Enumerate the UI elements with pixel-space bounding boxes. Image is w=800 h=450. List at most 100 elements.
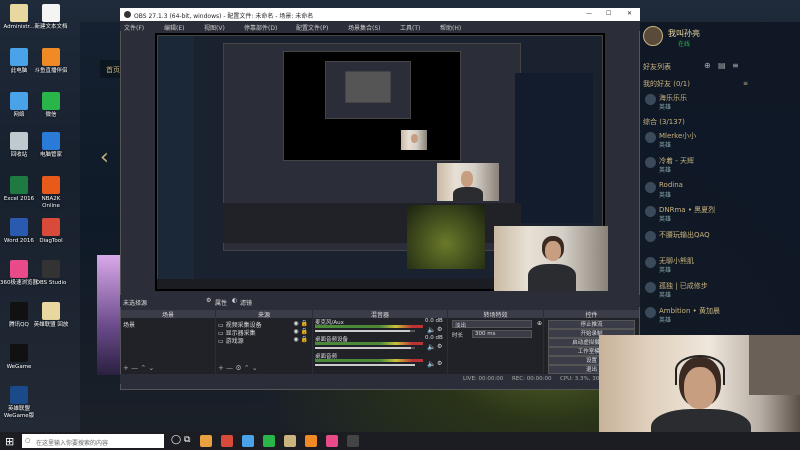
desktop-icon[interactable]: OBS Studio bbox=[32, 260, 70, 296]
friend-item[interactable]: DNRma • 黑夏烈 英雄 bbox=[645, 204, 795, 224]
live-status: LIVE: 00:00:00 bbox=[463, 376, 504, 382]
task-view-icon[interactable]: ⧉ bbox=[184, 435, 190, 445]
minimize-button[interactable]: — bbox=[586, 10, 592, 17]
scene-item[interactable]: 场景 bbox=[123, 320, 135, 329]
windows-start-icon[interactable]: ⊞ bbox=[5, 435, 14, 448]
desktop-icon[interactable]: DiagTool bbox=[32, 218, 70, 254]
scene-add-icon[interactable]: + — ⌃ ⌄ bbox=[123, 364, 154, 372]
menu-item[interactable]: 工具(T) bbox=[400, 23, 420, 32]
desktop-icon[interactable]: 英雄联盟 WeGame版 bbox=[0, 386, 38, 422]
filter-icon[interactable]: ◐ bbox=[232, 297, 237, 304]
user-name: 我叫孙亮 bbox=[668, 29, 700, 38]
user-status[interactable]: 在线 bbox=[678, 39, 690, 48]
app-icon[interactable] bbox=[242, 435, 254, 447]
filters-button[interactable]: 滤镜 bbox=[240, 298, 252, 307]
sources-dock: ▭ 视频采集设备 ◉ 🔒 ▭ 显示器采集 ◉ 🔒 ▭ 游戏源 ◉ 🔒 + — ⚙ ⌃ ⌄ bbox=[216, 318, 312, 374]
friend-item[interactable]: Ambition • 黄加晨 英雄 bbox=[645, 305, 795, 325]
desktop-icon[interactable]: 微信 bbox=[32, 92, 70, 128]
lol-tab-home[interactable]: 首页 bbox=[106, 65, 120, 75]
transition-select[interactable]: 淡出 bbox=[452, 320, 532, 329]
friend-avatar bbox=[645, 282, 656, 293]
menu-item[interactable]: 帮助(H) bbox=[440, 23, 461, 32]
friend-status: 英雄 bbox=[659, 317, 672, 324]
friend-item[interactable]: Rodina 英雄 bbox=[645, 180, 795, 200]
speaker-icon[interactable]: 🔈 bbox=[427, 326, 436, 334]
speaker-icon[interactable]: 🔈 bbox=[427, 360, 436, 368]
rec-status: REC: 00:00:00 bbox=[512, 376, 552, 382]
menu-item[interactable]: 场景集合(S) bbox=[348, 23, 381, 32]
desktop-icon[interactable]: 电脑管家 bbox=[32, 132, 70, 168]
friend-item[interactable]: Mlerke小小 英雄 bbox=[645, 130, 795, 150]
menu-item[interactable]: 配置文件(P) bbox=[296, 23, 328, 32]
app-icon bbox=[42, 176, 60, 194]
properties-button[interactable]: 属性 bbox=[215, 298, 227, 307]
source-item[interactable]: ▭ 视频采集设备 ◉ 🔒 bbox=[218, 320, 310, 329]
friend-avatar bbox=[645, 182, 656, 193]
menu-item[interactable]: 编辑(E) bbox=[164, 23, 184, 32]
gear-icon[interactable]: ⚙ bbox=[437, 360, 442, 367]
cortana-icon[interactable]: ◯ bbox=[171, 435, 181, 445]
group-general[interactable]: 综合 (3/137) bbox=[643, 117, 685, 127]
menu-item[interactable]: 文件(F) bbox=[124, 23, 144, 32]
collapse-icon[interactable]: ≡ bbox=[743, 80, 748, 87]
source-item[interactable]: ▭ 显示器采集 ◉ 🔒 bbox=[218, 328, 310, 337]
gear-icon[interactable]: ⚙ bbox=[437, 343, 442, 350]
lol-icon[interactable] bbox=[284, 435, 296, 447]
scenes-header: 场景 bbox=[121, 310, 215, 319]
desktop-icon-label: 微信 bbox=[45, 112, 57, 118]
app-icon bbox=[42, 218, 60, 236]
visibility-icon[interactable]: ◉ 🔒 bbox=[293, 320, 308, 327]
friend-name: 不腰玩输出QAQ bbox=[659, 231, 710, 239]
gear-icon[interactable]: ⚙ bbox=[437, 326, 442, 333]
mixer-channel: 麦克风/Aux 0.0 dB 🔈 ⚙ bbox=[315, 318, 445, 334]
app-icon bbox=[10, 176, 28, 194]
visibility-icon[interactable]: ◉ 🔒 bbox=[293, 328, 308, 335]
source-add-icon[interactable]: + — ⚙ ⌃ ⌄ bbox=[218, 364, 258, 372]
transition-add-icon[interactable]: ⊕ bbox=[537, 320, 542, 327]
browser-icon[interactable] bbox=[326, 435, 338, 447]
douyu-icon[interactable] bbox=[305, 435, 317, 447]
file-explorer-icon[interactable] bbox=[200, 435, 212, 447]
obs-title-bar: OBS 27.1.3 (64-bit, windows) - 配置文件: 未命名… bbox=[120, 8, 640, 21]
desktop-icon-label: 新建文本文档 bbox=[34, 24, 68, 30]
duration-input[interactable]: 300 ms bbox=[472, 330, 532, 338]
control-button[interactable]: 停止推流 bbox=[548, 320, 635, 329]
friend-avatar bbox=[645, 206, 656, 217]
wechat-icon[interactable] bbox=[263, 435, 275, 447]
sources-header: 来源 bbox=[216, 310, 312, 319]
list-icon[interactable]: ≡ bbox=[732, 61, 739, 70]
menu-item[interactable]: 停靠部件(D) bbox=[244, 23, 277, 32]
search-box[interactable]: ○ 在这里输入你要搜索的内容 bbox=[22, 434, 164, 448]
obs-icon[interactable] bbox=[347, 435, 359, 447]
desktop-icon-label: 英雄联盟 WeGame版 bbox=[3, 406, 35, 419]
group-my-friends[interactable]: 我的好友 (0/1) bbox=[643, 79, 690, 89]
desktop-icon[interactable]: WeGame bbox=[0, 344, 38, 380]
speaker-icon[interactable]: 🔈 bbox=[427, 343, 436, 351]
user-avatar[interactable] bbox=[643, 26, 663, 46]
desktop-icon-label: OBS Studio bbox=[35, 280, 67, 286]
friend-item[interactable]: 孤独 | 已成修步 英雄 bbox=[645, 280, 795, 300]
desktop-icon[interactable]: 斗鱼直播伴侣 bbox=[32, 48, 70, 84]
add-friend-icon[interactable]: ⊕ bbox=[704, 61, 711, 70]
maximize-button[interactable]: ☐ bbox=[606, 10, 611, 17]
desktop-icon[interactable]: 新建文本文档 bbox=[32, 4, 70, 40]
source-item[interactable]: ▭ 游戏源 ◉ 🔒 bbox=[218, 336, 310, 345]
close-button[interactable]: ✕ bbox=[627, 10, 632, 17]
friend-name: Rodina bbox=[659, 181, 683, 189]
chrome-icon[interactable] bbox=[221, 435, 233, 447]
obs-logo-icon bbox=[124, 11, 131, 18]
lol-prev-arrow-icon[interactable]: ‹ bbox=[100, 145, 109, 170]
desktop-icon-label: WeGame bbox=[6, 364, 32, 370]
friend-item[interactable]: 无聊小熊肌 英雄 bbox=[645, 255, 795, 275]
folder-icon[interactable]: ▤ bbox=[718, 61, 726, 70]
gear-icon[interactable]: ⚙ bbox=[206, 297, 211, 304]
friend-item[interactable]: 不腰玩输出QAQ bbox=[645, 229, 795, 249]
desktop-icon[interactable]: 英雄联盟 回放 bbox=[32, 302, 70, 338]
friend-item[interactable]: 冷着 - 天辉 英雄 bbox=[645, 155, 795, 175]
friend-item[interactable]: 海乐乐乐 英雄 bbox=[645, 92, 795, 112]
source-label: 游戏源 bbox=[225, 338, 244, 345]
desktop-icon[interactable]: NBA2K Online bbox=[32, 176, 70, 212]
preview-chat-panel bbox=[515, 73, 593, 223]
visibility-icon[interactable]: ◉ 🔒 bbox=[293, 336, 308, 343]
menu-item[interactable]: 视图(V) bbox=[204, 23, 225, 32]
